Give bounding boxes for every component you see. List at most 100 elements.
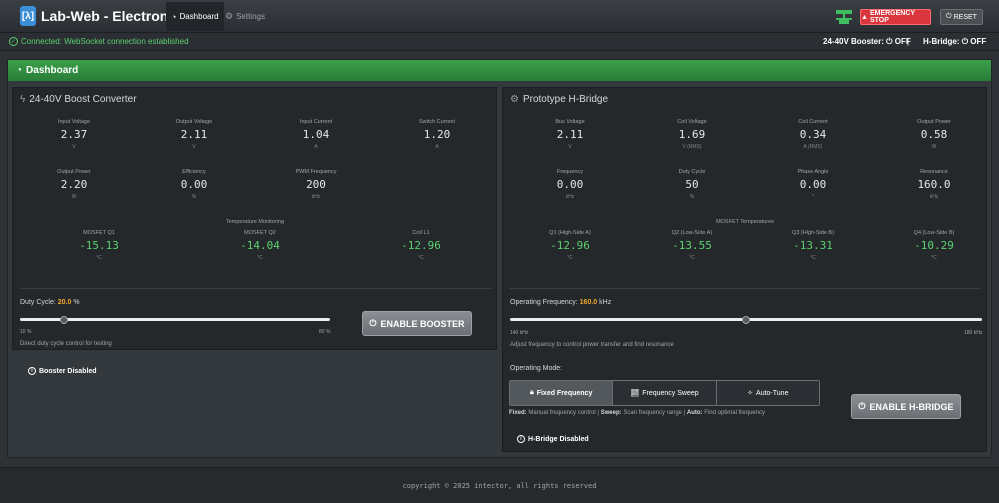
metric-value: 1.20 bbox=[423, 128, 451, 141]
metric-value: 2.20 bbox=[60, 178, 88, 191]
hbridge-status-text: H-Bridge Disabled bbox=[528, 435, 589, 443]
temp-value: -15.13 bbox=[79, 239, 119, 252]
info-icon: i bbox=[517, 435, 525, 443]
metric-unit: A bbox=[435, 144, 439, 150]
metric-unit: W bbox=[71, 194, 77, 200]
info-icon: i bbox=[28, 367, 36, 375]
metric-unit: kHz bbox=[929, 194, 939, 200]
booster-state: 24-40V Booster: ⏻ OFF bbox=[823, 37, 911, 47]
metric-value: 0.34 bbox=[799, 128, 827, 141]
metric-value: 2.37 bbox=[60, 128, 88, 141]
temp-value: -13.55 bbox=[672, 239, 712, 252]
duty-label-text: Duty Cycle: bbox=[20, 299, 56, 306]
metric-bus-voltage: Bus Voltage 2.11 V bbox=[530, 119, 610, 150]
hbridge-state-label: H-Bridge: bbox=[923, 37, 960, 46]
mode-hint-sweep-text: Scan frequency range | bbox=[623, 410, 686, 416]
frequency-hint: Adjust frequency to control power transf… bbox=[510, 342, 674, 348]
mode-hint-auto-text: Find optimal frequency bbox=[704, 410, 765, 416]
freq-value: 160.0 bbox=[579, 299, 598, 306]
duty-unit: % bbox=[73, 299, 80, 306]
hbridge-status: i H-Bridge Disabled bbox=[517, 435, 589, 443]
operating-mode-label: Operating Mode: bbox=[510, 365, 563, 372]
state-separator: | bbox=[907, 37, 910, 46]
temp-q1: Q1 (High-Side A) -12.96 °C bbox=[530, 230, 610, 261]
mode-label: Frequency Sweep bbox=[642, 389, 699, 397]
slider-max-label: 80 % bbox=[319, 329, 331, 335]
metric-label: Bus Voltage bbox=[555, 119, 585, 125]
lightning-icon: ϟ bbox=[20, 94, 26, 105]
tab-settings[interactable]: ⚙ Settings bbox=[220, 2, 270, 31]
temperature-monitoring-title: Temperature Monitoring bbox=[225, 219, 285, 225]
gauge-icon: ◔ bbox=[16, 65, 23, 76]
booster-title-text: 24-40V Boost Converter bbox=[29, 94, 137, 105]
mode-hint-fixed-key: Fixed: bbox=[509, 410, 527, 416]
enable-booster-button[interactable]: ⏻ ENABLE BOOSTER bbox=[362, 311, 472, 336]
temp-value: -12.96 bbox=[401, 239, 441, 252]
dashboard-header: ◔ Dashboard bbox=[8, 60, 991, 81]
chart-icon: 📈︎ bbox=[630, 390, 640, 397]
lock-icon: 🔒︎ bbox=[529, 389, 534, 396]
temp-label: MOSFET Q1 bbox=[83, 230, 115, 236]
metric-unit: A bbox=[314, 144, 318, 150]
metric-unit: W bbox=[931, 144, 937, 150]
connection-text: Connected: WebSocket connection establis… bbox=[21, 37, 189, 46]
temp-value: -14.04 bbox=[240, 239, 280, 252]
temp-label: Q3 (High-Side B) bbox=[792, 230, 834, 236]
brand-logo-icon: [λ] bbox=[20, 6, 36, 26]
frequency-slider-thumb[interactable] bbox=[742, 316, 750, 324]
metric-coil-voltage: Coil Voltage 1.69 V (RMS) bbox=[652, 119, 732, 150]
metric-value: 2.11 bbox=[180, 128, 208, 141]
slider-max-label: 180 kHz bbox=[964, 330, 983, 336]
mode-frequency-sweep[interactable]: 📈︎ Frequency Sweep bbox=[613, 381, 717, 405]
metric-value: 200 bbox=[306, 178, 326, 191]
metric-coil-current: Coil Current 0.34 A (RMS) bbox=[773, 119, 853, 150]
warning-icon: ▲ bbox=[861, 13, 868, 21]
emergency-stop-label: EMERGENCY STOP bbox=[869, 10, 915, 24]
metric-resonance: Resonance 160.0 kHz bbox=[894, 169, 974, 200]
duty-cycle-slider-thumb[interactable] bbox=[60, 316, 69, 324]
network-icon bbox=[836, 10, 852, 24]
temp-value: -12.96 bbox=[550, 239, 590, 252]
freq-label-text: Operating Frequency: bbox=[510, 299, 578, 306]
tab-dashboard[interactable]: ◔ Dashboard bbox=[166, 2, 224, 31]
metric-frequency: Frequency 0.00 kHz bbox=[530, 169, 610, 200]
copyright-text: copyright © 2025 intector, all rights re… bbox=[402, 481, 597, 490]
enable-hbridge-button[interactable]: ⏻ ENABLE H-BRIDGE bbox=[851, 394, 961, 419]
metric-label: Efficiency bbox=[182, 169, 206, 175]
temp-q4: Q4 (Low-Side B) -10.29 °C bbox=[894, 230, 974, 261]
metric-input-current: Input Current 1.04 A bbox=[276, 119, 356, 150]
temp-q3: Q3 (High-Side B) -13.31 °C bbox=[773, 230, 853, 261]
metric-label: Frequency bbox=[557, 169, 583, 175]
metric-unit: % bbox=[191, 194, 197, 200]
mode-hint-fixed-text: Manual frequency control | bbox=[528, 410, 599, 416]
booster-panel: ϟ 24-40V Boost Converter Input Voltage 2… bbox=[12, 87, 497, 375]
metric-unit: % bbox=[689, 194, 695, 200]
metric-unit: kHz bbox=[311, 194, 321, 200]
enable-hbridge-label: ENABLE H-BRIDGE bbox=[869, 401, 954, 412]
metric-unit: V bbox=[568, 144, 572, 150]
booster-state-label: 24-40V Booster: bbox=[823, 37, 884, 46]
emergency-stop-button[interactable]: ▲ EMERGENCY STOP bbox=[860, 9, 931, 25]
mode-fixed-frequency[interactable]: 🔒︎ Fixed Frequency bbox=[510, 381, 614, 405]
hbridge-title-text: Prototype H-Bridge bbox=[522, 94, 609, 105]
temp-unit: °C bbox=[418, 255, 424, 261]
dashboard-title: Dashboard bbox=[26, 65, 79, 76]
metric-label: Output Power bbox=[917, 119, 951, 125]
status-bar: ✓ Connected: WebSocket connection establ… bbox=[0, 33, 999, 51]
metric-value: 0.00 bbox=[799, 178, 827, 191]
enable-booster-label: ENABLE BOOSTER bbox=[380, 318, 465, 329]
temp-mosfet-q2: MOSFET Q2 -14.04 °C bbox=[220, 230, 300, 261]
metric-switch-current: Switch Current 1.20 A bbox=[397, 119, 477, 150]
temp-value: -10.29 bbox=[914, 239, 954, 252]
connection-status: ✓ Connected: WebSocket connection establ… bbox=[9, 37, 189, 46]
reset-button[interactable]: ⏻ RESET bbox=[940, 9, 983, 25]
metric-label: PWM Frequency bbox=[295, 169, 337, 175]
check-circle-icon: ✓ bbox=[9, 37, 18, 46]
mode-hint-auto-key: Auto: bbox=[686, 410, 703, 416]
metric-duty-cycle: Duty Cycle 50 % bbox=[652, 169, 732, 200]
mosfet-temperatures-title: MOSFET Temperatures bbox=[716, 219, 774, 225]
metric-pwm-frequency: PWM Frequency 200 kHz bbox=[276, 169, 356, 200]
mode-auto-tune[interactable]: ✧ Auto-Tune bbox=[716, 381, 819, 405]
metric-value: 160.0 bbox=[917, 178, 951, 191]
slider-min-label: 140 kHz bbox=[510, 330, 529, 336]
